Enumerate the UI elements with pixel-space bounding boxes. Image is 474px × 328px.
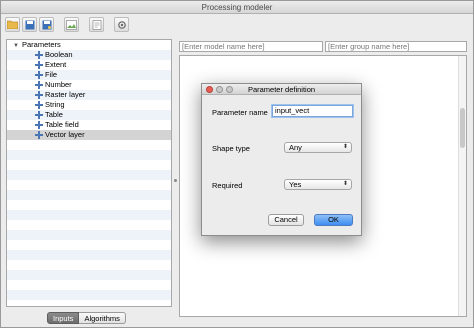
tree-item-file[interactable]: File (7, 70, 171, 80)
open-folder-icon[interactable] (5, 17, 20, 32)
zoom-icon (226, 86, 233, 93)
plus-icon (35, 81, 43, 89)
model-name-input[interactable]: [Enter model name here] (179, 41, 323, 52)
panel-tabs: Inputs Algorithms (47, 312, 126, 324)
plus-icon (35, 91, 43, 99)
tab-inputs[interactable]: Inputs (47, 312, 80, 324)
tree-item-boolean[interactable]: Boolean (7, 50, 171, 60)
plus-icon (35, 111, 43, 119)
shape-type-select[interactable]: Any ⬍ (284, 142, 352, 153)
tree-item-table[interactable]: Table (7, 110, 171, 120)
cancel-button[interactable]: Cancel (268, 214, 304, 226)
minimize-icon (216, 86, 223, 93)
edit-help-icon[interactable] (89, 17, 104, 32)
group-name-input[interactable]: [Enter group name here] (325, 41, 467, 52)
updown-arrows-icon: ⬍ (342, 181, 348, 187)
save-icon[interactable] (22, 17, 37, 32)
shape-type-value: Any (289, 143, 302, 152)
plus-icon (35, 51, 43, 59)
required-value: Yes (289, 180, 302, 189)
scrollbar-thumb[interactable] (460, 108, 465, 148)
plus-icon (35, 121, 43, 129)
run-icon[interactable] (114, 17, 129, 32)
toolbar (5, 17, 129, 37)
window-title: Processing modeler (1, 1, 473, 14)
parameter-name-input[interactable]: input_vect (272, 105, 353, 117)
save-as-icon[interactable] (39, 17, 54, 32)
plus-icon (35, 71, 43, 79)
required-select[interactable]: Yes ⬍ (284, 179, 352, 190)
parameter-definition-dialog: Parameter definition Parameter name inpu… (201, 83, 362, 236)
tree-item-vector-layer[interactable]: Vector layer (7, 130, 171, 140)
parameter-name-label: Parameter name (212, 108, 268, 117)
tree-item-string[interactable]: String (7, 100, 171, 110)
plus-icon (35, 61, 43, 69)
tree-item-table-field[interactable]: Table field (7, 120, 171, 130)
plus-icon (35, 101, 43, 109)
plus-icon (35, 131, 43, 139)
required-label: Required (212, 181, 243, 190)
dialog-titlebar: Parameter definition (202, 84, 361, 95)
ok-button[interactable]: OK (314, 214, 353, 226)
dialog-title: Parameter definition (247, 85, 316, 94)
tree-item-extent[interactable]: Extent (7, 60, 171, 70)
splitter-handle[interactable] (174, 179, 177, 182)
tab-algorithms[interactable]: Algorithms (79, 312, 126, 324)
close-icon[interactable] (206, 86, 213, 93)
inputs-tree[interactable]: ▼ Parameters Boolean Extent File Number R… (6, 39, 172, 307)
shape-type-label: Shape type (212, 144, 250, 153)
tree-item-number[interactable]: Number (7, 80, 171, 90)
updown-arrows-icon: ⬍ (342, 144, 348, 150)
tree-item-raster-layer[interactable]: Raster layer (7, 90, 171, 100)
canvas-scrollbar[interactable] (458, 56, 466, 316)
tree-root-parameters[interactable]: ▼ Parameters (7, 40, 171, 50)
export-image-icon[interactable] (64, 17, 79, 32)
tree-root-label: Parameters (22, 40, 61, 49)
processing-modeler-window: Processing modeler ▼ Parameters Boolean E… (0, 0, 474, 328)
